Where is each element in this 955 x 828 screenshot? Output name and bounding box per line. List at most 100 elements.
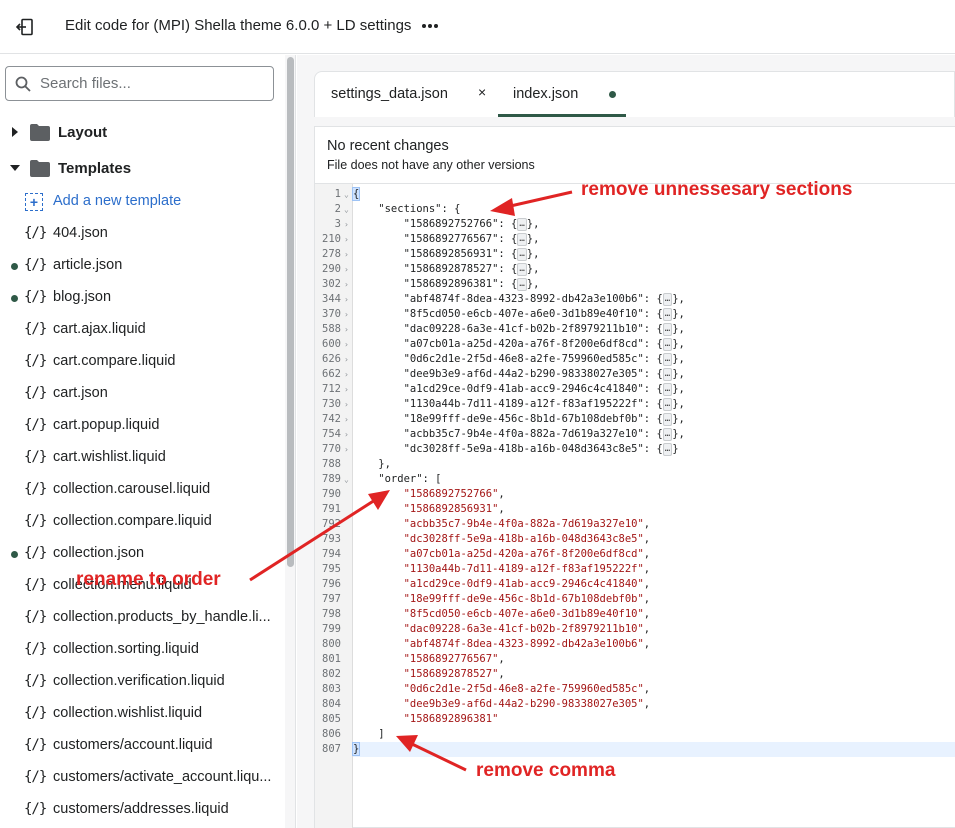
collapsed-block-icon[interactable]: … xyxy=(517,218,527,231)
code-punct: , xyxy=(643,683,651,695)
file-item[interactable]: {/} collection.carousel.liquid xyxy=(0,478,284,502)
file-item[interactable]: {/} collection.sorting.liquid xyxy=(0,638,284,662)
file-item[interactable]: {/} customers/activate_account.liqu... xyxy=(0,766,284,790)
ellipsis-icon[interactable] xyxy=(418,14,442,38)
fold-closed-icon[interactable]: › xyxy=(344,277,352,292)
file-item[interactable]: {/} collection.verification.liquid xyxy=(0,670,284,694)
code-line: "1586892878527", xyxy=(353,667,955,682)
collapsed-block-icon[interactable]: … xyxy=(662,293,673,306)
collapsed-block-icon[interactable]: … xyxy=(662,443,673,456)
file-item[interactable]: {/} collection.compare.liquid xyxy=(0,510,284,534)
line-number: 796 xyxy=(322,578,341,590)
code-punct: }, xyxy=(672,398,685,410)
collapsed-block-icon[interactable]: … xyxy=(662,428,673,441)
file-item[interactable]: {/} customers/addresses.liquid xyxy=(0,798,284,822)
sidebar-scrollbar[interactable] xyxy=(285,55,295,828)
file-item[interactable]: {/} article.json xyxy=(0,254,284,278)
json-key: "1586892878527" xyxy=(403,263,499,275)
tab-settings-data[interactable]: settings_data.json × xyxy=(315,72,498,117)
close-icon[interactable]: × xyxy=(478,84,486,100)
json-key: "0d6c2d1e-2f5d-46e8-a2fe-759960ed585c" xyxy=(403,353,644,365)
folder-templates[interactable]: Templates xyxy=(0,156,284,180)
code-file-icon: {/} xyxy=(24,449,47,465)
scrollbar-thumb[interactable] xyxy=(287,57,294,567)
file-item[interactable]: {/} cart.ajax.liquid xyxy=(0,318,284,342)
file-item[interactable]: {/} collection.json xyxy=(0,542,284,566)
fold-open-icon[interactable]: ⌄ xyxy=(344,472,352,487)
line-number: 788 xyxy=(322,458,341,470)
code-line: "dc3028ff-5e9a-418b-a16b-048d3643c8e5": … xyxy=(403,443,679,456)
collapsed-block-icon[interactable]: … xyxy=(662,383,673,396)
file-item[interactable]: {/} collection.products_by_handle.li... xyxy=(0,606,284,630)
file-item[interactable]: {/} cart.wishlist.liquid xyxy=(0,446,284,470)
json-string: "8f5cd050-e6cb-407e-a6e0-3d1b89e40f10" xyxy=(403,608,644,620)
fold-open-icon[interactable]: ⌄ xyxy=(344,187,352,202)
fold-closed-icon[interactable]: › xyxy=(344,367,352,382)
fold-closed-icon[interactable]: › xyxy=(344,247,352,262)
search-input[interactable] xyxy=(40,75,260,92)
status-heading: No recent changes xyxy=(327,138,449,154)
code-punct: }, xyxy=(526,218,540,230)
file-item[interactable]: {/} cart.popup.liquid xyxy=(0,414,284,438)
code-file-icon: {/} xyxy=(24,641,47,657)
code-punct: , xyxy=(643,623,651,635)
collapsed-block-icon[interactable]: … xyxy=(517,263,527,276)
folder-label: Layout xyxy=(58,123,108,141)
line-number: 210 xyxy=(322,233,341,245)
json-string: "1586892752766" xyxy=(403,488,499,500)
file-item[interactable]: {/} collection.wishlist.liquid xyxy=(0,702,284,726)
collapsed-block-icon[interactable]: … xyxy=(662,413,673,426)
annotation-remove-comma: remove comma xyxy=(476,760,616,781)
fold-closed-icon[interactable]: › xyxy=(344,262,352,277)
code-line: "dee9b3e9-af6d-44a2-b290-98338027e305": … xyxy=(403,368,685,381)
fold-closed-icon[interactable]: › xyxy=(344,442,352,457)
exit-icon[interactable] xyxy=(12,14,38,40)
code-punct: }, xyxy=(672,353,685,365)
file-item[interactable]: {/} cart.json xyxy=(0,382,284,406)
json-string: "1586892856931" xyxy=(403,503,499,515)
add-template-link[interactable]: + Add a new template xyxy=(0,190,284,214)
json-key: "dc3028ff-5e9a-418b-a16b-048d3643c8e5" xyxy=(403,443,644,455)
collapsed-block-icon[interactable]: … xyxy=(662,353,673,366)
file-item[interactable]: {/} cart.compare.liquid xyxy=(0,350,284,374)
code-editor[interactable]: { "sections": { "1586892752766": {…}, "1… xyxy=(351,184,955,828)
fold-closed-icon[interactable]: › xyxy=(344,307,352,322)
collapsed-block-icon[interactable]: … xyxy=(517,278,527,291)
code-line: "sections": { xyxy=(353,202,955,217)
fold-closed-icon[interactable]: › xyxy=(344,322,352,337)
line-number: 803 xyxy=(322,683,341,695)
fold-closed-icon[interactable]: › xyxy=(344,397,352,412)
fold-closed-icon[interactable]: › xyxy=(344,232,352,247)
fold-closed-icon[interactable]: › xyxy=(344,292,352,307)
file-item[interactable]: {/} 404.json xyxy=(0,222,284,246)
file-item[interactable]: {/} customers/account.liquid xyxy=(0,734,284,758)
folder-icon xyxy=(30,123,50,141)
fold-closed-icon[interactable]: › xyxy=(344,352,352,367)
collapsed-block-icon[interactable]: … xyxy=(662,323,673,336)
fold-open-icon[interactable]: ⌄ xyxy=(344,202,352,217)
fold-closed-icon[interactable]: › xyxy=(344,412,352,427)
collapsed-block-icon[interactable]: … xyxy=(662,338,673,351)
fold-closed-icon[interactable]: › xyxy=(344,382,352,397)
collapsed-block-icon[interactable]: … xyxy=(662,398,673,411)
collapsed-block-icon[interactable]: … xyxy=(517,233,527,246)
line-number: 797 xyxy=(322,593,341,605)
line-number: 600 xyxy=(322,338,341,350)
collapsed-block-icon[interactable]: … xyxy=(517,248,527,261)
fold-closed-icon[interactable]: › xyxy=(344,217,352,232)
annotation-remove-sections: remove unnessesary sections xyxy=(581,179,853,200)
fold-closed-icon[interactable]: › xyxy=(344,427,352,442)
fold-closed-icon[interactable]: › xyxy=(344,337,352,352)
file-name: article.json xyxy=(53,257,123,273)
folder-layout[interactable]: Layout xyxy=(0,120,284,144)
file-item[interactable]: {/} blog.json xyxy=(0,286,284,310)
caret-down-icon xyxy=(0,164,30,172)
line-number: 742 xyxy=(322,413,341,425)
code-line: "0d6c2d1e-2f5d-46e8-a2fe-759960ed585c": … xyxy=(403,353,685,366)
json-key: "1130a44b-7d11-4189-a12f-f83af195222f" xyxy=(403,398,644,410)
json-key: "1586892896381" xyxy=(403,278,499,290)
collapsed-block-icon[interactable]: … xyxy=(662,368,673,381)
tab-index-json[interactable]: index.json xyxy=(498,72,626,117)
code-punct: , xyxy=(643,548,651,560)
collapsed-block-icon[interactable]: … xyxy=(662,308,673,321)
